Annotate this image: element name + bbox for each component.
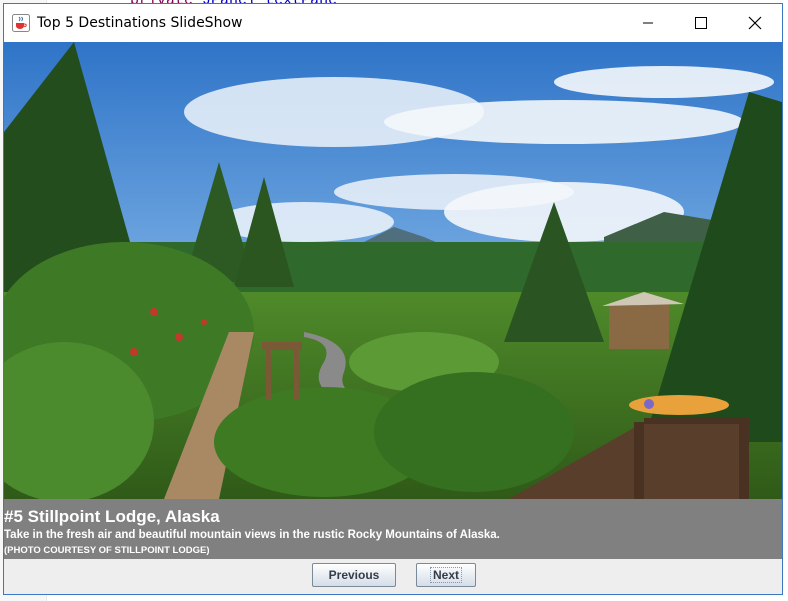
previous-button[interactable]: Previous [312, 563, 396, 587]
java-cup-icon [12, 14, 30, 32]
next-button[interactable]: Next [416, 563, 476, 587]
slide-credit: (PHOTO COURTESY OF STILLPOINT LODGE) [4, 545, 210, 556]
next-button-label: Next [429, 567, 462, 583]
title-bar[interactable]: Top 5 Destinations SlideShow [4, 4, 782, 42]
minimize-icon [643, 22, 653, 24]
minimize-button[interactable] [625, 4, 671, 42]
maximize-icon [695, 17, 707, 29]
maximize-button[interactable] [678, 4, 724, 42]
alaska-garden-image [4, 42, 782, 499]
window-title: Top 5 Destinations SlideShow [37, 15, 243, 31]
close-button[interactable] [732, 4, 778, 42]
close-icon [748, 16, 762, 30]
slideshow-window: Top 5 Destinations SlideShow #5 Stillpoi… [3, 3, 783, 595]
slide-title: #5 Stillpoint Lodge, Alaska [4, 507, 220, 526]
slide-caption: #5 Stillpoint Lodge, Alaska Take in the … [4, 499, 782, 559]
slide-image [4, 42, 782, 499]
slide-description: Take in the fresh air and beautiful moun… [4, 529, 500, 541]
